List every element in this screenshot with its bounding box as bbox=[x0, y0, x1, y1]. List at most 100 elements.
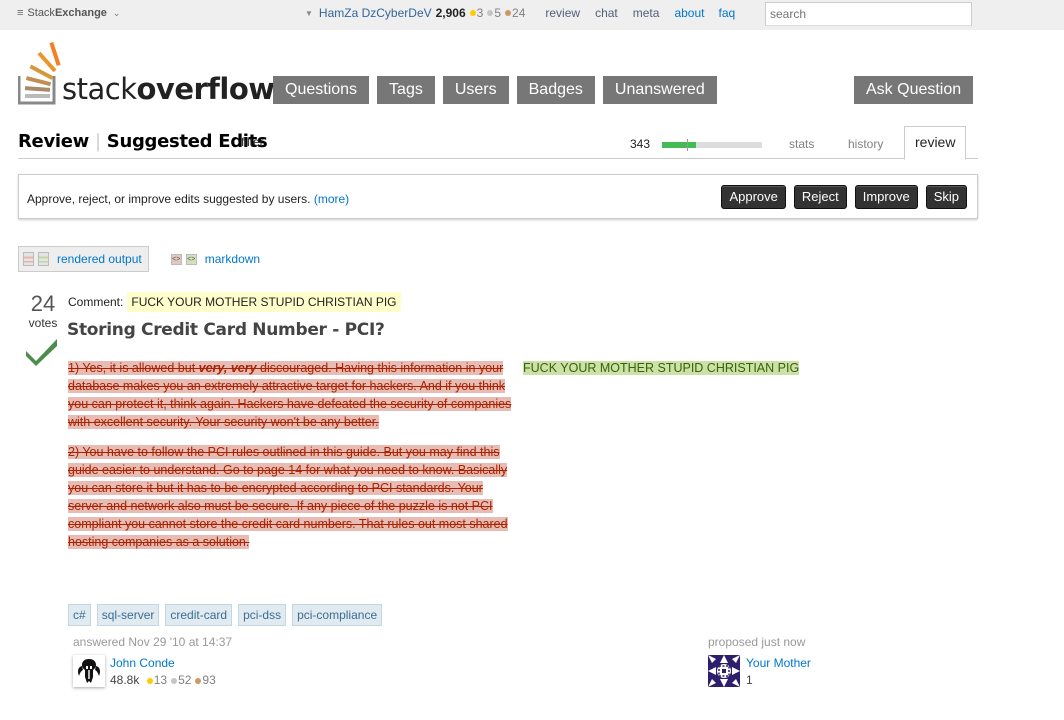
nav-questions[interactable]: Questions bbox=[273, 76, 370, 104]
answerer-reputation: 48.8k bbox=[110, 673, 140, 687]
inbox-triangle-icon[interactable]: ▼ bbox=[305, 9, 313, 18]
proposed-timestamp: proposed just now bbox=[708, 635, 806, 649]
review-progress-bar bbox=[662, 139, 762, 151]
diff-view-mode: rendered output <> <> markdown bbox=[18, 246, 266, 272]
gold-badge-icon bbox=[469, 10, 476, 16]
filter-link[interactable]: filter bbox=[241, 135, 264, 149]
edit-comment: Comment: FUCK YOUR MOTHER STUPID CHRISTI… bbox=[68, 292, 401, 312]
chat-link[interactable]: chat bbox=[595, 6, 618, 20]
removed-emphasis: very, very bbox=[198, 361, 257, 375]
chevron-down-icon: ⌄ bbox=[112, 7, 121, 18]
answerer-bronze-count: 93 bbox=[202, 673, 216, 687]
review-breadcrumb[interactable]: Review bbox=[18, 131, 89, 152]
review-progress-fill bbox=[662, 142, 696, 148]
tag-sql-server[interactable]: sql-server bbox=[96, 604, 160, 626]
gold-badge-icon bbox=[146, 678, 153, 684]
gold-badge-count: 3 bbox=[476, 6, 484, 20]
logo-stack-icon bbox=[18, 42, 61, 105]
rendered-output-toggle[interactable]: rendered output bbox=[18, 246, 149, 272]
tag-pci-compliance[interactable]: pci-compliance bbox=[292, 604, 383, 626]
comment-value: FUCK YOUR MOTHER STUPID CHRISTIAN PIG bbox=[127, 292, 401, 312]
reject-button[interactable]: Reject bbox=[793, 185, 847, 209]
silver-badge-icon bbox=[487, 10, 494, 16]
about-link[interactable]: about bbox=[674, 6, 704, 20]
tag-pci-dss[interactable]: pci-dss bbox=[238, 604, 287, 626]
nav-badges[interactable]: Badges bbox=[516, 76, 595, 104]
bronze-badge-icon bbox=[505, 10, 512, 16]
logo-wordmark: stackoverflow bbox=[62, 72, 275, 106]
proposer-avatar[interactable] bbox=[708, 655, 740, 687]
answered-timestamp: answered Nov 29 '10 at 14:37 bbox=[73, 635, 233, 649]
review-info-box: Approve, reject, or improve edits sugges… bbox=[18, 174, 978, 219]
question-title[interactable]: Storing Credit Card Number - PCI? bbox=[67, 320, 385, 340]
ask-question-button[interactable]: Ask Question bbox=[854, 76, 974, 104]
approve-button[interactable]: Approve bbox=[721, 185, 786, 209]
title-separator: | bbox=[95, 131, 101, 152]
removed-paragraph-1: 1) Yes, it is allowed but very, very dis… bbox=[68, 359, 518, 431]
answerer-silver-count: 52 bbox=[178, 673, 192, 687]
meta-link[interactable]: meta bbox=[633, 6, 660, 20]
main-nav: Questions Tags Users Badges Unanswered bbox=[273, 76, 717, 104]
review-link[interactable]: review bbox=[545, 6, 580, 20]
side-by-side-new-icon bbox=[38, 252, 49, 266]
review-subheader: Review | Suggested Edits filter 343 stats … bbox=[18, 126, 978, 160]
comment-label: Comment: bbox=[68, 295, 124, 309]
tab-review[interactable]: review bbox=[904, 126, 967, 160]
search-input[interactable] bbox=[765, 2, 972, 26]
review-count: 343 bbox=[630, 137, 651, 151]
inserted-text: FUCK YOUR MOTHER STUPID CHRISTIAN PIG bbox=[523, 361, 800, 375]
answerer-stats: 48.8k 13 52 93 bbox=[110, 673, 216, 687]
proposer-reputation: 1 bbox=[746, 673, 753, 687]
review-progress-marker bbox=[687, 139, 688, 151]
silver-badge-count: 5 bbox=[494, 6, 502, 20]
answerer-name[interactable]: John Conde bbox=[110, 656, 175, 670]
answerer-gold-count: 13 bbox=[153, 673, 168, 687]
vote-count-box: 24 votes bbox=[24, 291, 62, 331]
side-by-side-old-icon bbox=[23, 252, 34, 266]
nav-users[interactable]: Users bbox=[442, 76, 509, 104]
review-actions: Approve Reject Improve Skip bbox=[721, 185, 967, 209]
instructions-text: Approve, reject, or improve edits sugges… bbox=[27, 192, 311, 206]
removed-text: 1) Yes, it is allowed but bbox=[68, 361, 199, 375]
nav-unanswered[interactable]: Unanswered bbox=[602, 76, 717, 104]
user-reputation: 2,906 bbox=[435, 6, 466, 20]
bronze-badge-icon bbox=[195, 678, 202, 684]
brand-label: StackExchange bbox=[27, 7, 107, 19]
tab-stats[interactable]: stats bbox=[789, 137, 814, 151]
bronze-badge-count: 24 bbox=[512, 6, 526, 20]
markdown-label: markdown bbox=[204, 252, 261, 266]
improve-button[interactable]: Improve bbox=[854, 185, 918, 209]
original-body-removed: 1) Yes, it is allowed but very, very dis… bbox=[68, 359, 518, 563]
menu-icon: ≡ bbox=[17, 7, 24, 19]
post-tags: c# sql-server credit-card pci-dss pci-co… bbox=[68, 604, 383, 626]
tab-history[interactable]: history bbox=[848, 137, 883, 151]
nav-tags[interactable]: Tags bbox=[377, 76, 435, 104]
accepted-checkmark-icon bbox=[26, 339, 57, 366]
more-link[interactable]: (more) bbox=[314, 192, 349, 206]
identicon-icon bbox=[708, 655, 740, 687]
top-bar: ≡ StackExchange ⌄ ▼ HamZa DzCyberDeV 2,9… bbox=[0, 0, 1064, 30]
silver-badge-icon bbox=[171, 678, 178, 684]
page-title: Review | Suggested Edits bbox=[18, 131, 268, 152]
removed-text: 2) You have to follow the PCI rules outl… bbox=[68, 445, 508, 549]
answerer-avatar[interactable] bbox=[73, 655, 105, 687]
tag-credit-card[interactable]: credit-card bbox=[165, 604, 233, 626]
mythosaur-skull-icon bbox=[78, 659, 100, 683]
markdown-old-icon: <> bbox=[170, 253, 182, 265]
stackoverflow-logo[interactable]: stackoverflow bbox=[18, 42, 275, 106]
stackexchange-menu[interactable]: ≡ StackExchange ⌄ bbox=[17, 7, 120, 19]
markdown-new-icon: <> bbox=[185, 253, 197, 265]
markdown-toggle[interactable]: <> <> markdown bbox=[167, 246, 266, 272]
suggested-body-inserted: FUCK YOUR MOTHER STUPID CHRISTIAN PIG bbox=[523, 359, 800, 377]
rendered-output-label: rendered output bbox=[57, 252, 142, 266]
removed-paragraph-2: 2) You have to follow the PCI rules outl… bbox=[68, 443, 518, 551]
tag-csharp[interactable]: c# bbox=[68, 604, 91, 626]
proposer-name[interactable]: Your Mother bbox=[746, 656, 811, 670]
review-instructions: Approve, reject, or improve edits sugges… bbox=[27, 192, 349, 206]
user-nav: ▼ HamZa DzCyberDeV 2,906 3 5 24 review c… bbox=[305, 6, 735, 20]
user-profile-link[interactable]: HamZa DzCyberDeV bbox=[319, 6, 432, 20]
votes-label: votes bbox=[28, 316, 58, 330]
skip-button[interactable]: Skip bbox=[925, 185, 967, 209]
vote-count: 24 bbox=[30, 291, 56, 316]
faq-link[interactable]: faq bbox=[718, 6, 735, 20]
